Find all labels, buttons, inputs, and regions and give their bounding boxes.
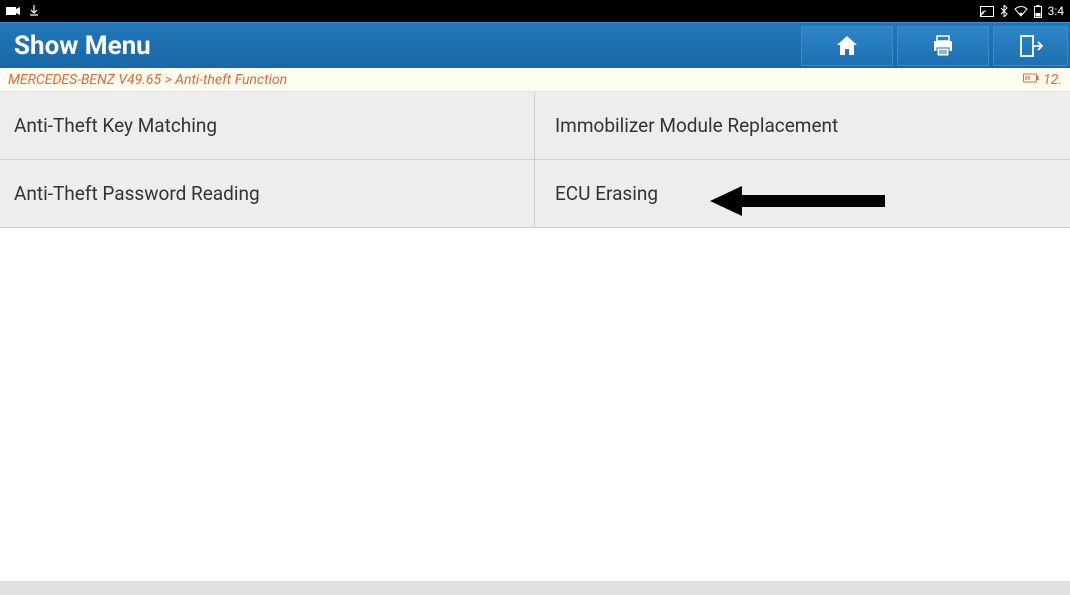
battery-indicator-icon bbox=[1023, 72, 1039, 88]
menu-item-anti-theft-key-matching[interactable]: Anti-Theft Key Matching bbox=[0, 92, 535, 160]
bluetooth-icon bbox=[1000, 5, 1008, 17]
cast-icon bbox=[980, 6, 994, 17]
menu-item-anti-theft-password-reading[interactable]: Anti-Theft Password Reading bbox=[0, 160, 535, 228]
breadcrumb-bar: MERCEDES-BENZ V49.65 > Anti-theft Functi… bbox=[0, 68, 1070, 92]
home-button[interactable] bbox=[801, 26, 893, 66]
status-time: 3:4 bbox=[1048, 4, 1064, 18]
battery-icon bbox=[1034, 5, 1042, 18]
breadcrumb-right: 12. bbox=[1023, 72, 1062, 88]
menu-item-ecu-erasing[interactable]: ECU Erasing bbox=[535, 160, 1070, 228]
menu-grid: Anti-Theft Key Matching Immobilizer Modu… bbox=[0, 92, 1070, 228]
status-left bbox=[6, 5, 40, 17]
header-buttons bbox=[801, 26, 1070, 66]
status-right: 3:4 bbox=[980, 4, 1064, 18]
bottom-bar bbox=[0, 581, 1070, 595]
menu-item-label: Anti-Theft Password Reading bbox=[14, 182, 260, 205]
camera-icon bbox=[6, 6, 20, 16]
home-icon bbox=[834, 33, 860, 59]
print-button[interactable] bbox=[897, 26, 989, 66]
status-bar: 3:4 bbox=[0, 0, 1070, 22]
exit-icon bbox=[1019, 33, 1043, 59]
header: Show Menu bbox=[0, 22, 1070, 68]
printer-icon bbox=[930, 33, 956, 59]
menu-item-label: ECU Erasing bbox=[555, 182, 658, 205]
wifi-icon bbox=[1014, 6, 1028, 17]
breadcrumb-value: 12. bbox=[1043, 72, 1062, 88]
menu-item-label: Immobilizer Module Replacement bbox=[555, 114, 838, 137]
page-title: Show Menu bbox=[14, 31, 151, 61]
menu-item-immobilizer-module-replacement[interactable]: Immobilizer Module Replacement bbox=[535, 92, 1070, 160]
menu-item-label: Anti-Theft Key Matching bbox=[14, 114, 217, 137]
exit-button[interactable] bbox=[993, 26, 1068, 66]
breadcrumb: MERCEDES-BENZ V49.65 > Anti-theft Functi… bbox=[8, 72, 287, 88]
download-icon bbox=[28, 5, 40, 17]
